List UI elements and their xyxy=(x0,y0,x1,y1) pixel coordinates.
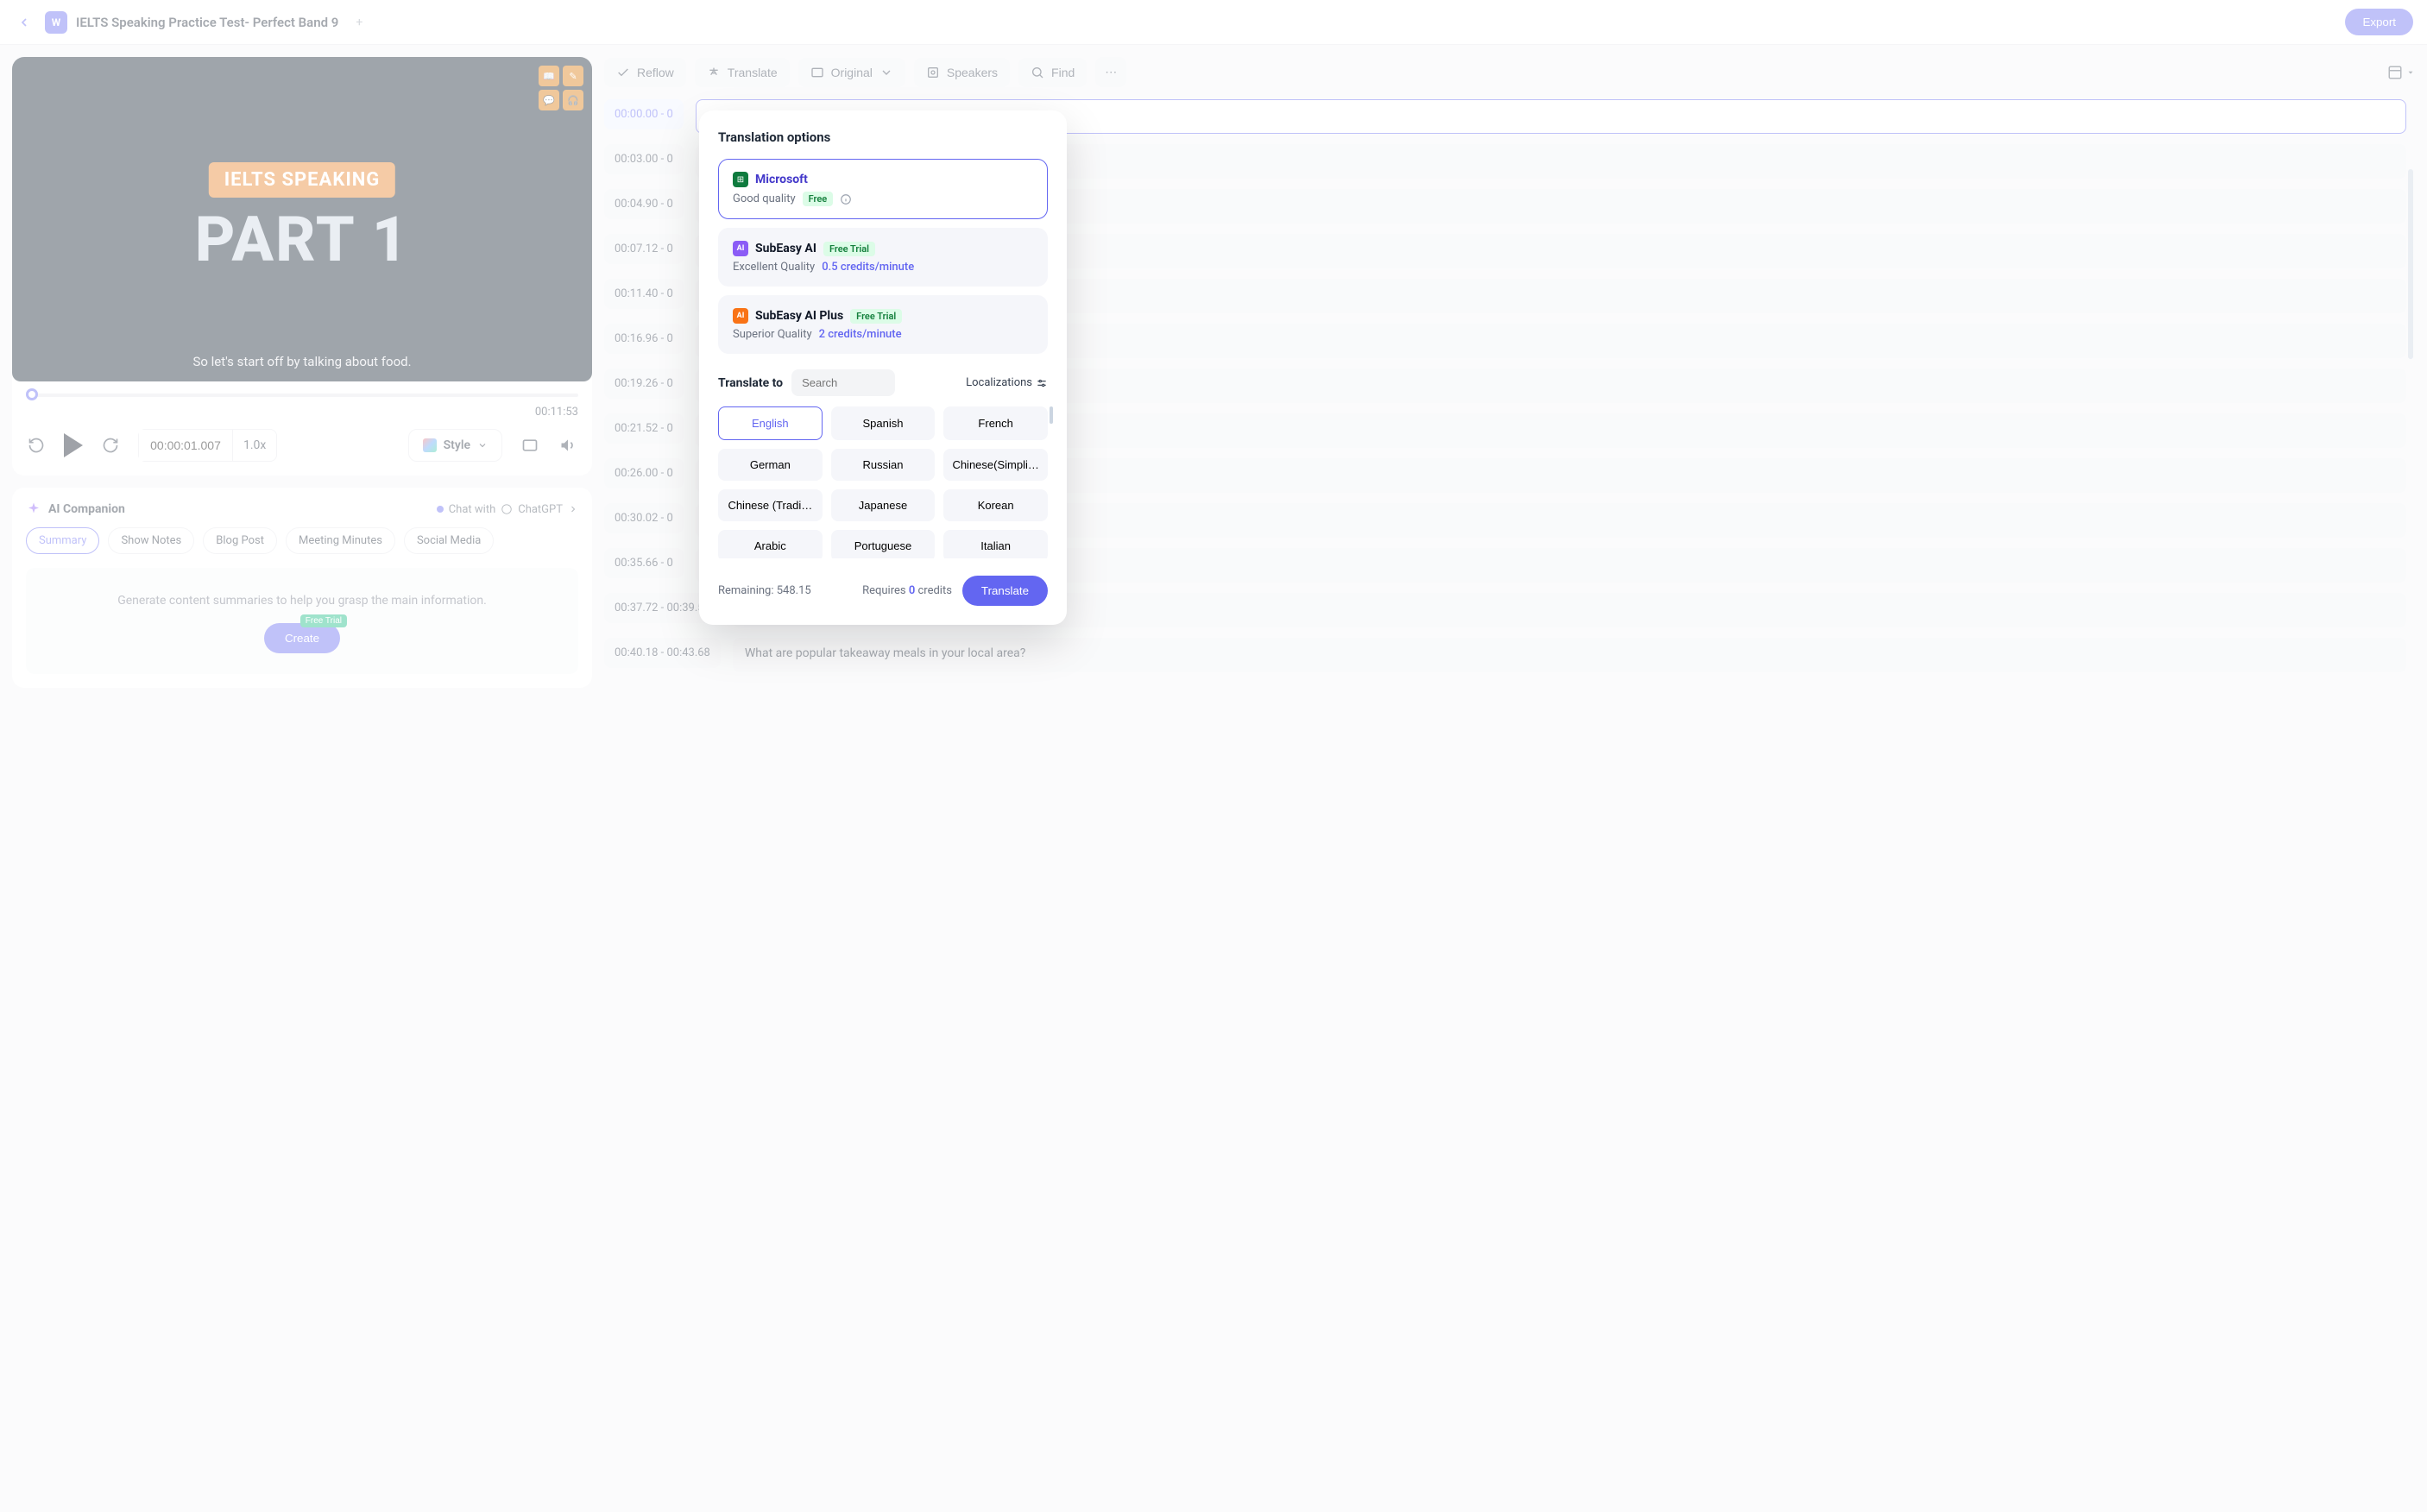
info-icon[interactable] xyxy=(840,193,852,205)
sliders-icon xyxy=(1036,377,1048,389)
language-grid: EnglishSpanishFrench GermanRussianChinese… xyxy=(718,406,1048,558)
language-option[interactable]: Italian xyxy=(943,530,1048,558)
language-option[interactable]: Chinese (Tradi… xyxy=(718,489,823,521)
remaining-credits: Remaining: 548.15 xyxy=(718,584,811,597)
provider-microsoft[interactable]: ⊞ Microsoft Good quality Free xyxy=(718,159,1048,219)
language-search-input[interactable] xyxy=(791,369,895,396)
language-option[interactable]: Spanish xyxy=(831,406,936,440)
translate-to-label: Translate to xyxy=(718,376,783,390)
language-option[interactable]: French xyxy=(943,406,1048,440)
language-option[interactable]: English xyxy=(718,406,823,440)
provider-subeasy-ai[interactable]: AI SubEasy AI Free Trial Excellent Quali… xyxy=(718,228,1048,287)
trial-badge-plus: Free Trial xyxy=(850,309,902,324)
microsoft-logo-icon: ⊞ xyxy=(733,172,748,187)
provider-subeasy-ai-plus[interactable]: AI SubEasy AI Plus Free Trial Superior Q… xyxy=(718,295,1048,354)
language-option[interactable]: Korean xyxy=(943,489,1048,521)
language-option[interactable]: Portuguese xyxy=(831,530,936,558)
free-badge: Free xyxy=(803,192,834,206)
language-option[interactable]: Japanese xyxy=(831,489,936,521)
translation-options-modal: Translation options ⊞ Microsoft Good qua… xyxy=(699,110,1067,625)
ai-plus-logo-icon: AI xyxy=(733,308,748,324)
language-option[interactable]: Russian xyxy=(831,449,936,481)
localizations-button[interactable]: Localizations xyxy=(966,376,1048,389)
translate-action-button[interactable]: Translate xyxy=(962,576,1048,606)
modal-title: Translation options xyxy=(718,129,1048,145)
language-option[interactable]: Chinese(Simpli… xyxy=(943,449,1048,481)
language-option[interactable]: Arabic xyxy=(718,530,823,558)
language-scrollbar[interactable] xyxy=(1050,406,1053,424)
ai-logo-icon: AI xyxy=(733,241,748,256)
language-option[interactable]: German xyxy=(718,449,823,481)
modal-overlay[interactable] xyxy=(0,0,2427,1512)
trial-badge: Free Trial xyxy=(823,242,875,256)
required-credits: Requires 0 credits xyxy=(862,584,952,597)
